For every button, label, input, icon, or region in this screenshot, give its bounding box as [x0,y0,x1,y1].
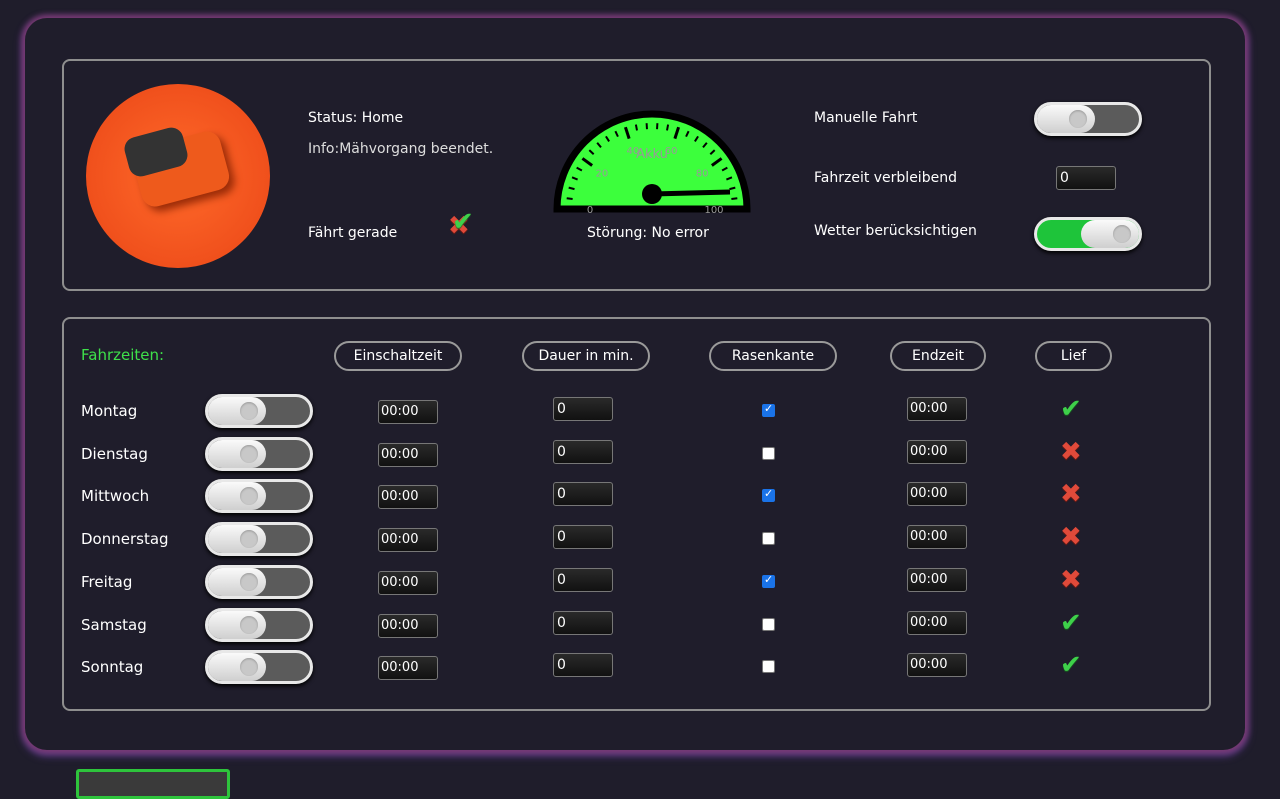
edge-checkbox[interactable] [762,532,775,545]
manual-label: Manuelle Fahrt [814,110,917,126]
cross-icon: ✖ [1060,479,1082,509]
check-icon: ✔ [1060,650,1082,680]
day-label: Sonntag [81,658,143,676]
bottom-button[interactable] [76,769,230,799]
gauge-hub [642,184,662,204]
gauge-tick-label: 100 [704,205,723,214]
end-time-input[interactable]: 00:00 [907,440,967,464]
weather-toggle[interactable] [1034,217,1142,251]
edge-checkbox[interactable] [762,660,775,673]
main-card: Status: Home Info:Mähvorgang beendet. Fä… [25,18,1245,750]
day-toggle[interactable] [205,650,313,684]
start-time-input[interactable]: 00:00 [378,443,438,467]
manual-toggle[interactable] [1034,102,1142,136]
end-time-input[interactable]: 00:00 [907,397,967,421]
gauge-tick [567,198,573,199]
gauge-tick-label: 80 [696,169,709,180]
gauge-tick-label: 0 [587,205,593,214]
day-toggle[interactable] [205,522,313,556]
edge-checkbox[interactable] [762,489,775,502]
gauge-tick [731,198,737,199]
weather-label: Wetter berücksichtigen [814,223,977,239]
gauge-tick [667,125,668,131]
mower-image [86,84,270,268]
day-toggle[interactable] [205,479,313,513]
start-time-input[interactable]: 00:00 [378,656,438,680]
day-toggle[interactable] [205,437,313,471]
duration-input[interactable] [553,482,613,506]
gauge-needle [652,192,730,194]
remaining-label: Fahrzeit verbleibend [814,170,957,186]
day-label: Dienstag [81,445,148,463]
start-time-input[interactable]: 00:00 [378,614,438,638]
header-ran: Lief [1035,341,1112,371]
start-time-input[interactable]: 00:00 [378,485,438,509]
start-time-input[interactable]: 00:00 [378,571,438,595]
cross-icon: ✖ [1060,565,1082,595]
end-time-input[interactable]: 00:00 [907,568,967,592]
check-icon: ✔ [1060,608,1082,638]
remaining-input[interactable] [1056,166,1116,190]
day-toggle[interactable] [205,608,313,642]
status-panel: Status: Home Info:Mähvorgang beendet. Fä… [62,59,1211,291]
schedule-panel: Fahrzeiten: Einschaltzeit Dauer in min. … [62,317,1211,711]
day-label: Freitag [81,573,132,591]
day-label: Montag [81,402,137,420]
edge-checkbox[interactable] [762,404,775,417]
duration-input[interactable] [553,568,613,592]
header-start: Einschaltzeit [334,341,462,371]
day-label: Samstag [81,616,147,634]
start-time-input[interactable]: 00:00 [378,528,438,552]
gauge-tick-label: 20 [595,169,608,180]
end-time-input[interactable]: 00:00 [907,525,967,549]
day-label: Mittwoch [81,487,149,505]
duration-input[interactable] [553,397,613,421]
day-toggle[interactable] [205,565,313,599]
straight-status-icon: ✖✔ [444,211,488,251]
day-label: Donnerstag [81,530,169,548]
duration-input[interactable] [553,653,613,677]
gauge-label: Akku [636,147,668,162]
status-text: Status: Home [308,110,403,126]
end-time-input[interactable]: 00:00 [907,482,967,506]
duration-input[interactable] [553,440,613,464]
battery-gauge: 020406080100 Akku [552,96,752,214]
duration-input[interactable] [553,525,613,549]
start-time-input[interactable]: 00:00 [378,400,438,424]
cross-icon: ✖ [1060,522,1082,552]
edge-checkbox[interactable] [762,575,775,588]
day-toggle[interactable] [205,394,313,428]
fault-text: Störung: No error [587,225,709,241]
cross-icon: ✖ [1060,437,1082,467]
schedule-title: Fahrzeiten: [81,346,164,364]
gauge-tick [636,125,637,131]
straight-label: Fährt gerade [308,225,397,241]
header-duration: Dauer in min. [522,341,650,371]
header-end: Endzeit [890,341,986,371]
end-time-input[interactable]: 00:00 [907,611,967,635]
header-edge: Rasenkante [709,341,837,371]
edge-checkbox[interactable] [762,447,775,460]
info-text: Info:Mähvorgang beendet. [308,141,493,157]
edge-checkbox[interactable] [762,618,775,631]
check-icon: ✔ [1060,394,1082,424]
end-time-input[interactable]: 00:00 [907,653,967,677]
duration-input[interactable] [553,611,613,635]
